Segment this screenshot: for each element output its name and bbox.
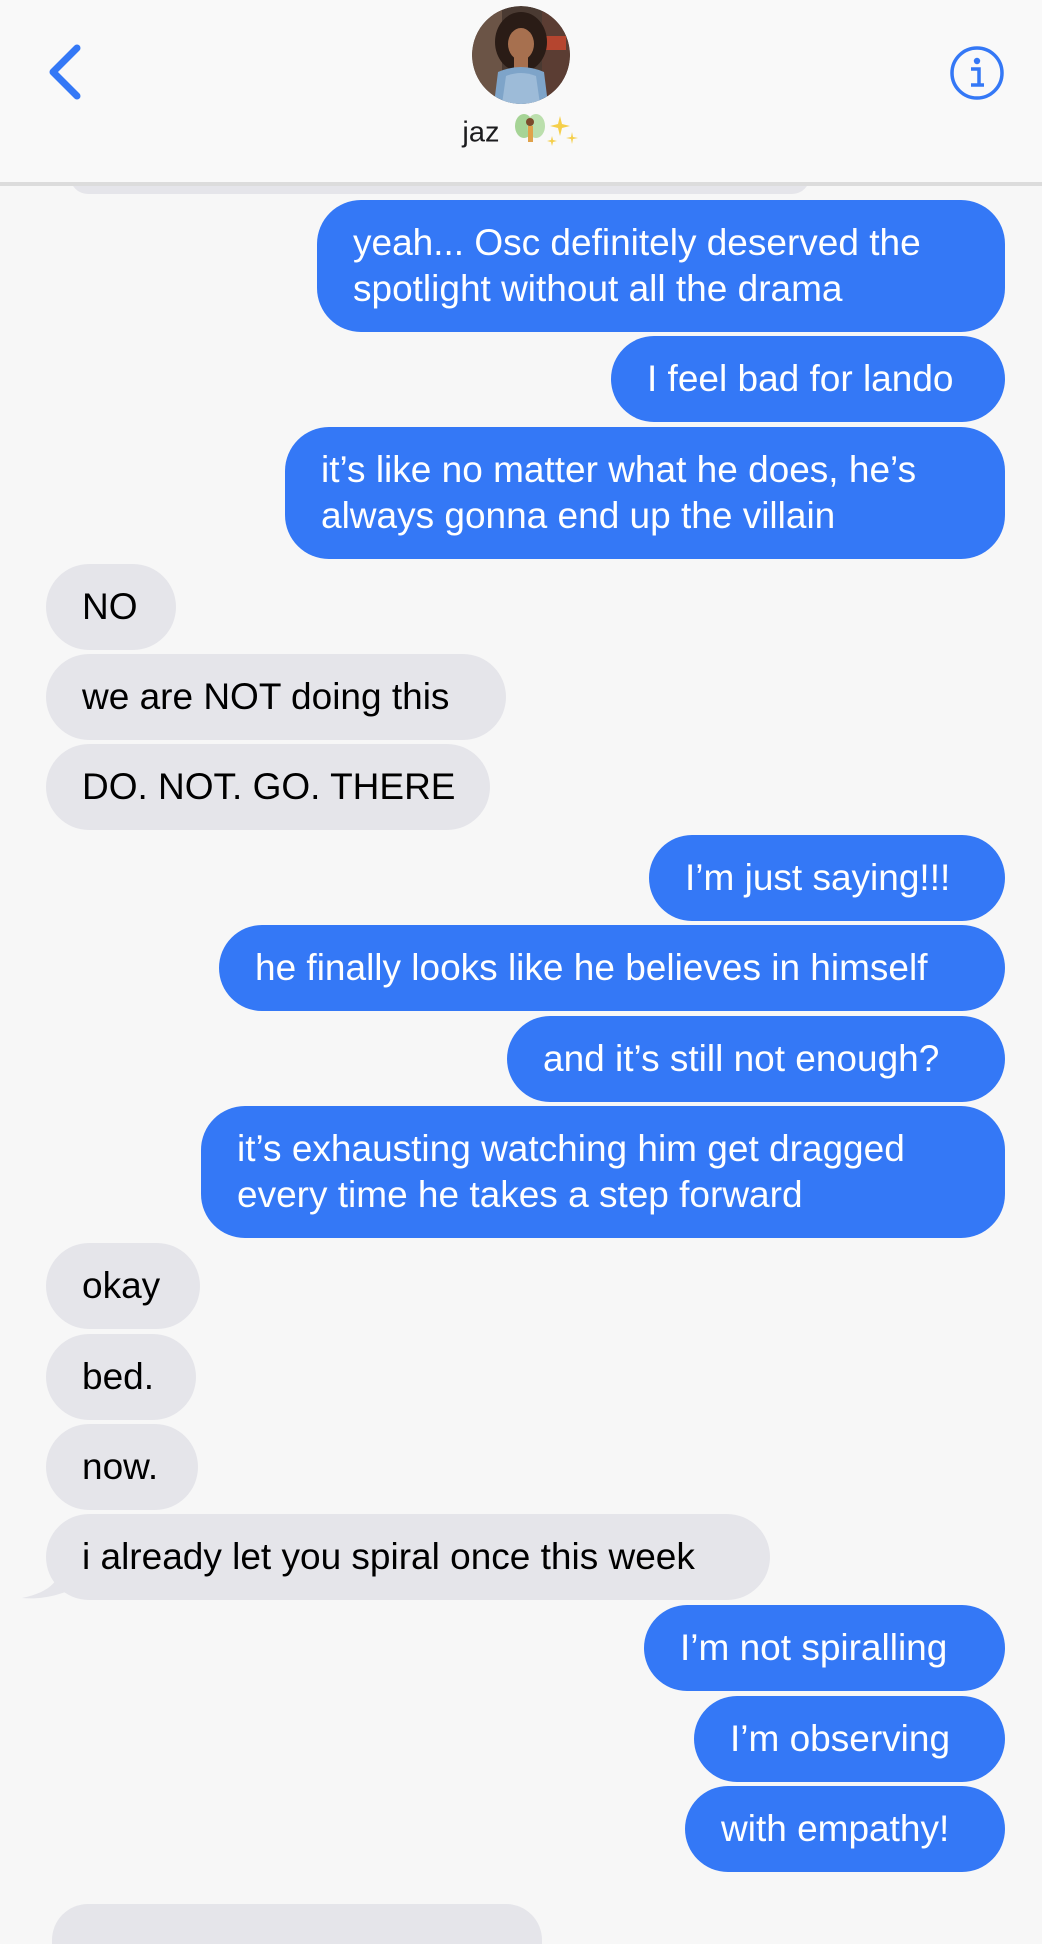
avatar-photo-icon xyxy=(472,6,570,104)
message-bubble-sent[interactable]: it’s exhausting watching him get dragged… xyxy=(201,1106,1005,1238)
message-bubble-received[interactable]: NO xyxy=(46,564,176,650)
message-bubble-received[interactable]: now. xyxy=(46,1424,198,1510)
message-thread[interactable]: yeah... Osc definitely deserved the spot… xyxy=(0,0,1042,1944)
message-bubble-sent[interactable]: it’s like no matter what he does, he’s a… xyxy=(285,427,1005,559)
fairy-sparkles-icon xyxy=(512,112,580,156)
back-button[interactable] xyxy=(30,34,100,110)
message-bubble-sent[interactable]: yeah... Osc definitely deserved the spot… xyxy=(317,200,1005,332)
message-bubble-received[interactable]: we are NOT doing this xyxy=(46,654,506,740)
message-bubble-sent[interactable]: I’m just saying!!! xyxy=(649,835,1005,921)
message-bubble-sent[interactable]: with empathy! xyxy=(685,1786,1005,1872)
contact-name[interactable]: jaz xyxy=(0,112,1042,156)
contact-name-text: jaz xyxy=(462,116,500,149)
message-bubble-received-partial[interactable] xyxy=(52,1904,542,1944)
contact-avatar[interactable] xyxy=(472,6,570,104)
message-bubble-sent[interactable]: and it’s still not enough? xyxy=(507,1016,1005,1102)
message-bubble-sent[interactable]: I feel bad for lando xyxy=(611,336,1005,422)
info-button[interactable] xyxy=(948,44,1006,102)
chevron-left-icon xyxy=(49,44,81,100)
message-bubble-received[interactable]: i already let you spiral once this week xyxy=(46,1514,770,1600)
message-bubble-sent[interactable]: I’m observing xyxy=(694,1696,1005,1782)
message-bubble-sent[interactable]: I’m not spiralling xyxy=(644,1605,1005,1691)
message-bubble-received[interactable]: bed. xyxy=(46,1334,196,1420)
info-circle-icon xyxy=(950,46,1004,100)
message-bubble-received[interactable]: okay xyxy=(46,1243,200,1329)
conversation-header: jaz xyxy=(0,0,1042,186)
message-bubble-sent[interactable]: he finally looks like he believes in him… xyxy=(219,925,1005,1011)
message-bubble-received[interactable]: DO. NOT. GO. THERE xyxy=(46,744,490,830)
